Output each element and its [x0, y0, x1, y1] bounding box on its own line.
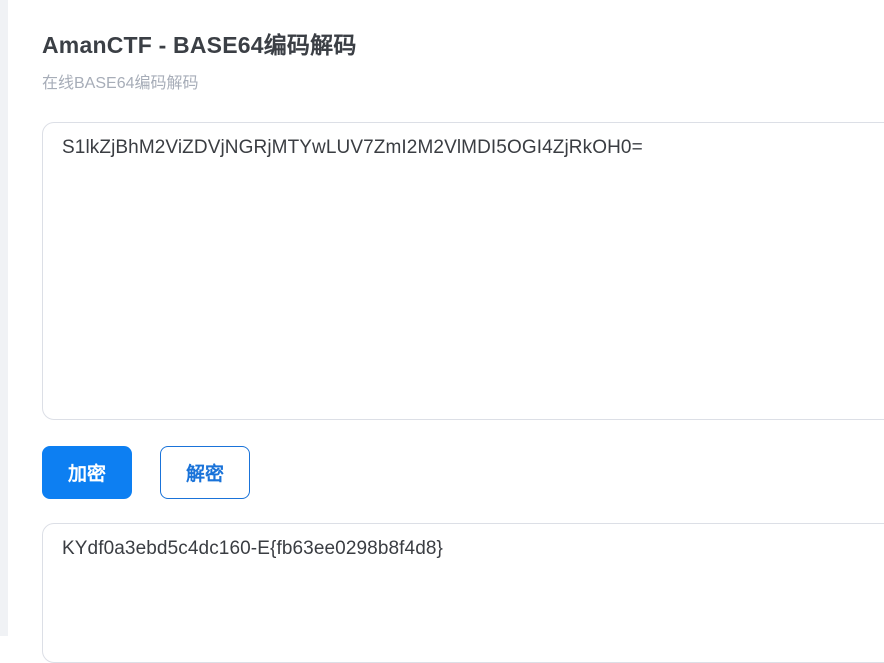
output-textarea[interactable]: KYdf0a3ebd5c4dc160-E{fb63ee0298b8f4d8}	[42, 523, 884, 663]
page-subtitle: 在线BASE64编码解码	[42, 75, 199, 92]
input-text: S1lkZjBhM2ViZDVjNGRjMTYwLUV7ZmI2M2VlMDI5…	[62, 137, 643, 158]
left-sidebar-edge	[0, 0, 8, 636]
page-title: AmanCTF - BASE64编码解码	[42, 32, 357, 58]
encode-button[interactable]: 加密	[42, 446, 132, 499]
decode-button[interactable]: 解密	[160, 446, 250, 499]
output-text: KYdf0a3ebd5c4dc160-E{fb63ee0298b8f4d8}	[62, 538, 443, 559]
base64-tool-page: AmanCTF - BASE64编码解码 在线BASE64编码解码 S1lkZj…	[8, 0, 884, 663]
input-textarea[interactable]: S1lkZjBhM2ViZDVjNGRjMTYwLUV7ZmI2M2VlMDI5…	[42, 122, 884, 420]
